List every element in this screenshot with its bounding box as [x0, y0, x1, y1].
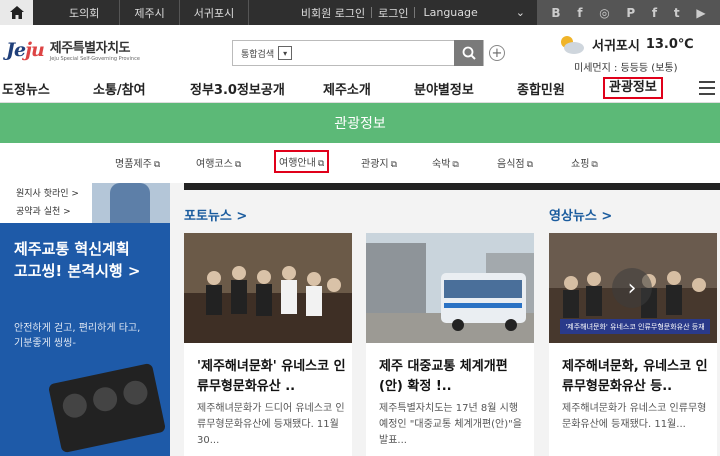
site-logo[interactable]: Jeju 제주특별자치도 Jeju Special Self-Governing…: [6, 37, 140, 63]
external-link-icon: ⧉: [153, 160, 161, 170]
pledge-link[interactable]: 공약과 실천 >: [16, 204, 71, 217]
language-select[interactable]: Language ⌄: [415, 6, 537, 19]
login-link[interactable]: 로그인: [372, 5, 414, 21]
banner-title-line2: 고고씽! 본격시행 >: [14, 262, 141, 280]
nav-gov30[interactable]: 정부3.0정보공개: [190, 79, 285, 98]
top-bar: 도의회 제주시 서귀포시 비회원 로그인 로그인 Language ⌄ B f …: [0, 0, 720, 25]
member-login-link[interactable]: 비회원 로그인: [295, 5, 371, 21]
facebook-icon[interactable]: f: [652, 6, 657, 20]
external-link-icon: ⧉: [526, 160, 534, 170]
home-icon[interactable]: [0, 0, 33, 25]
card-title: '제주해녀문화' 유네스코 인류무형문화유산 ..: [197, 359, 346, 394]
post-icon[interactable]: P: [626, 6, 635, 20]
news-card[interactable]: '제주해녀문화' 유네스코 인류무형문화유산 .. 제주해녀문화가 드디어 유네…: [184, 233, 352, 456]
banner-desc-line1: 안전하게 걷고, 편리하게 타고,: [14, 323, 141, 334]
section-banner: 관광정보: [0, 103, 720, 143]
banner-desc-line2: 기분좋게 씽씽-: [14, 338, 76, 349]
subnav-item-travel-guide[interactable]: 여행안내 ⧉: [274, 150, 330, 173]
sub-nav: 명품제주 ⧉ 여행코스 ⧉ 여행안내 ⧉ 관광지 ⧉ 숙박 ⧉ 음식점 ⧉ 쇼핑 ⧉: [0, 143, 720, 183]
card-thumbnail: [366, 233, 534, 343]
logo-subtitle: Jeju Special Self-Governing Province: [49, 56, 140, 62]
external-link-icon: ⧉: [591, 160, 598, 170]
search-bar: 통합검색 ▾: [232, 40, 484, 66]
chevron-down-icon: ⌄: [515, 6, 525, 19]
card-title: 제주해녀문화, 유네스코 인류무형문화유산 등..: [562, 359, 708, 394]
search-button[interactable]: [454, 40, 483, 66]
external-link-icon: ⧉: [234, 160, 242, 170]
menu-icon[interactable]: [699, 81, 715, 99]
hotline-link[interactable]: 원지사 핫라인 >: [16, 186, 79, 199]
topbar-link-council[interactable]: 도의회: [33, 0, 121, 25]
search-icon: [462, 46, 476, 60]
weather-temp: 13.0℃: [645, 36, 694, 52]
subnav-item-premium[interactable]: 명품제주 ⧉: [115, 155, 160, 170]
nav-about-jeju[interactable]: 제주소개: [323, 79, 371, 98]
twitter-icon[interactable]: t: [674, 6, 680, 20]
nav-communication[interactable]: 소통/참여: [93, 79, 146, 98]
subnav-item-attractions[interactable]: 관광지 ⧉: [361, 155, 397, 170]
nav-news[interactable]: 도정뉴스: [2, 79, 50, 98]
external-link-icon: ⧉: [452, 160, 459, 170]
subnav-item-course[interactable]: 여행코스 ⧉: [196, 155, 241, 170]
logo-title: 제주특별자치도: [49, 41, 131, 56]
news-card[interactable]: 제주 대중교통 체계개편(안) 확정 !.. 제주특별자치도는 17년 8월 시…: [366, 233, 534, 456]
nav-tourism[interactable]: 관광정보: [603, 77, 663, 99]
hero-strip: [184, 183, 720, 190]
youtube-icon[interactable]: ▶: [696, 6, 705, 20]
transport-banner[interactable]: 제주교통 혁신계획고고씽! 본격시행 > 안전하게 걷고, 편리하게 타고, 기분…: [0, 223, 170, 456]
card-description: 제주특별자치도는 17년 8월 시행예정인 "대중교통 체계개편(안)"을 발표…: [379, 403, 522, 446]
topbar-link-jeju-city[interactable]: 제주시: [120, 0, 180, 25]
external-link-icon: ⧉: [317, 159, 325, 169]
next-arrow-icon[interactable]: ›: [612, 268, 652, 308]
subnav-item-lodging[interactable]: 숙박 ⧉: [432, 155, 459, 170]
chevron-down-icon: ▾: [278, 46, 293, 60]
subnav-item-restaurants[interactable]: 음식점 ⧉: [497, 155, 533, 170]
header: Jeju 제주특별자치도 Jeju Special Self-Governing…: [0, 25, 720, 75]
photo-news-heading[interactable]: 포토뉴스 >: [184, 205, 247, 224]
card-description: 제주해녀문화가 드디어 유네스코 인류무형문화유산에 등재됐다. 11월 30.…: [197, 403, 345, 446]
dust-info: 미세먼지 : 등등등 (보통): [574, 63, 678, 74]
main-nav: 도정뉴스 소통/참여 정부3.0정보공개 제주소개 분야별정보 종합민원 관광정…: [0, 75, 720, 103]
blog-icon[interactable]: B: [551, 6, 560, 20]
search-scope-label: 통합검색: [241, 49, 275, 60]
topbar-link-seogwipo[interactable]: 서귀포시: [180, 0, 250, 25]
social-links: B f ◎ P f t ▶: [537, 0, 720, 25]
add-icon[interactable]: +: [489, 45, 505, 61]
traffic-light-image: [47, 362, 167, 454]
instagram-icon[interactable]: ◎: [599, 6, 609, 20]
external-link-icon: ⧉: [390, 160, 398, 170]
video-news-heading[interactable]: 영상뉴스 >: [549, 205, 612, 224]
governor-photo: [92, 183, 170, 223]
logo-wordmark: Jeju: [6, 38, 45, 61]
banner-title-line1: 제주교통 혁신계획: [14, 240, 130, 258]
language-label: Language: [423, 6, 478, 19]
nav-field-info[interactable]: 분야별정보: [414, 79, 474, 98]
partly-cloudy-icon: [561, 36, 584, 54]
video-caption: '제주해녀문화' 유네스코 인류무형문화유산 등재: [560, 319, 710, 334]
nav-civil-service[interactable]: 종합민원: [517, 79, 565, 98]
search-scope-select[interactable]: 통합검색 ▾: [241, 46, 293, 60]
weather-widget: 서귀포시 13.0℃ 미세먼지 : 등등등 (보통): [556, 33, 694, 74]
card-description: 제주해녀문화가 유네스코 인류무형문화유산에 등재됐다. 11월...: [562, 403, 707, 430]
video-card[interactable]: 제주해녀문화, 유네스코 인류무형문화유산 등.. 제주해녀문화가 유네스코 인…: [549, 233, 717, 456]
facebook-icon[interactable]: f: [577, 6, 582, 20]
weather-city: 서귀포시: [592, 38, 640, 54]
card-thumbnail: [184, 233, 352, 343]
subnav-item-shopping[interactable]: 쇼핑 ⧉: [571, 155, 598, 170]
card-title: 제주 대중교통 체계개편(안) 확정 !..: [379, 359, 508, 394]
